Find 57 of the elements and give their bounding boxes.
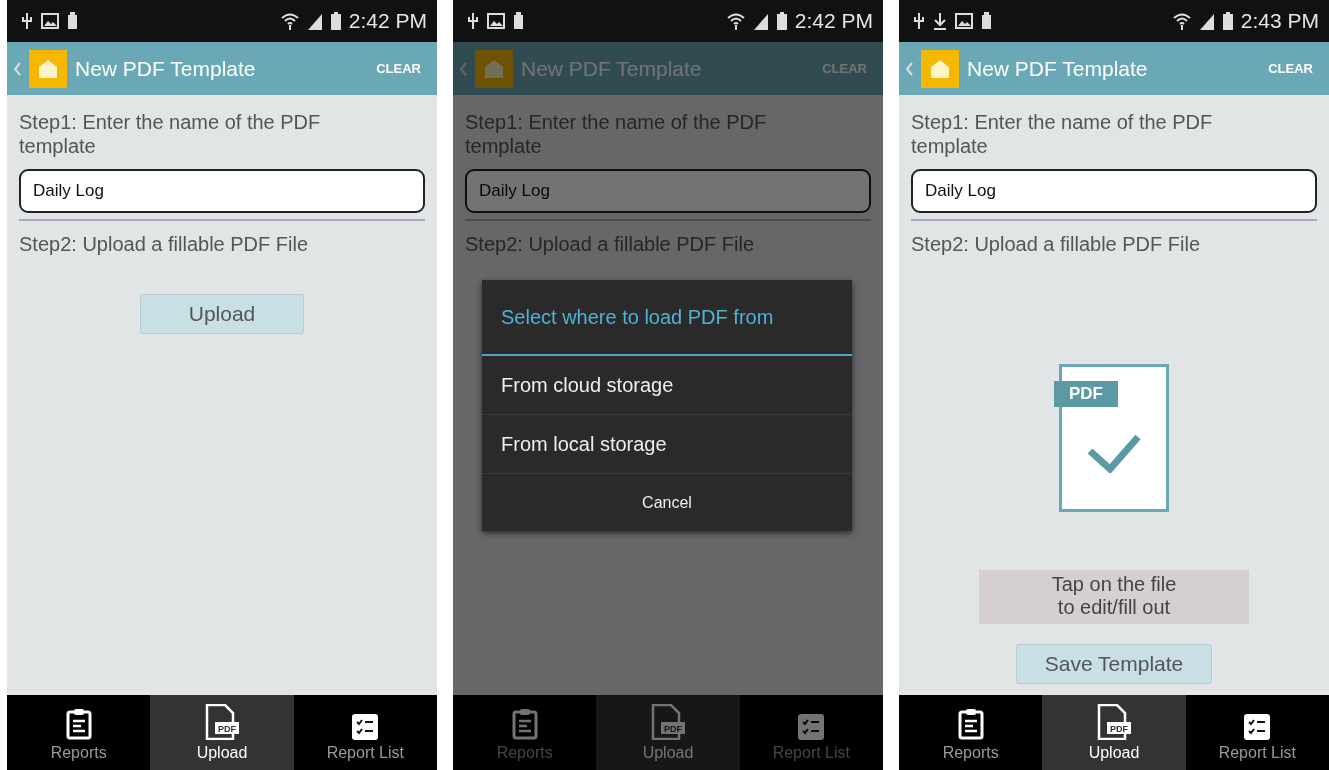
checkmark-icon — [1086, 433, 1142, 473]
back-chevron-icon — [459, 61, 467, 76]
step-label: Step1: Enter the name of the PDF template — [911, 110, 1214, 158]
step-label: Step1: Enter the name of the PDF template — [19, 110, 322, 158]
name-field[interactable]: Daily Log — [465, 169, 871, 213]
screen-title: New PDF Template — [967, 56, 1148, 81]
battery-icon — [776, 12, 787, 30]
hint-text: Tap on the file to edit/fill out — [979, 570, 1249, 624]
checklist-icon — [1244, 714, 1271, 740]
nav-tab[interactable]: PDF Upload — [596, 695, 740, 770]
dialog-option[interactable]: From local storage — [482, 415, 852, 474]
step-label: Step2: Upload a fillable PDF File — [465, 232, 756, 256]
upload-button[interactable]: Upload — [140, 294, 304, 334]
cancel-button[interactable]: Cancel — [482, 474, 852, 531]
battery-icon — [330, 12, 341, 30]
signal-icon — [306, 12, 323, 30]
clipboard-icon — [957, 708, 984, 740]
wifi-icon — [280, 12, 299, 30]
wifi-icon — [726, 12, 745, 30]
step-label: Step1: Enter the name of the PDF template — [465, 110, 768, 158]
status-time: 2:42 PM — [794, 9, 873, 33]
back-chevron-icon — [905, 61, 913, 76]
screen-title: New PDF Template — [75, 56, 256, 81]
sd-card-icon — [513, 12, 524, 30]
step-label: Step2: Upload a fillable PDF File — [19, 232, 310, 256]
wifi-icon — [1172, 12, 1191, 30]
app-logo-icon — [29, 49, 67, 88]
app-logo-icon — [921, 49, 959, 88]
status-time: 2:42 PM — [348, 9, 427, 33]
save-template-button[interactable]: Save Template — [1016, 644, 1212, 684]
image-icon — [41, 13, 59, 29]
pdf-label: PDF — [1054, 381, 1118, 407]
usb-icon — [913, 12, 925, 30]
dialog-title: Select where to load PDF from — [482, 280, 852, 356]
status-time: 2:43 PM — [1240, 9, 1319, 33]
sd-card-icon — [67, 12, 78, 30]
nav-tab[interactable]: PDF Upload — [1042, 695, 1186, 770]
clipboard-icon — [65, 708, 92, 740]
clipboard-icon — [511, 708, 538, 740]
battery-icon — [1222, 12, 1233, 30]
usb-icon — [467, 12, 479, 30]
back-chevron-icon — [13, 61, 21, 76]
name-field[interactable]: Daily Log — [19, 169, 425, 213]
checklist-icon — [352, 714, 379, 740]
name-field[interactable]: Daily Log — [911, 169, 1317, 213]
step-label: Step2: Upload a fillable PDF File — [911, 232, 1202, 256]
screen-title: New PDF Template — [521, 56, 702, 81]
sd-card-icon — [981, 12, 992, 30]
image-icon — [487, 13, 505, 29]
nav-tab[interactable]: PDF Upload — [150, 695, 294, 770]
checklist-icon — [798, 714, 825, 740]
image-icon — [955, 13, 973, 29]
app-logo-icon — [475, 49, 513, 88]
signal-icon — [1198, 12, 1215, 30]
usb-icon — [21, 12, 33, 30]
signal-icon — [752, 12, 769, 30]
dialog-option[interactable]: From cloud storage — [482, 356, 852, 415]
